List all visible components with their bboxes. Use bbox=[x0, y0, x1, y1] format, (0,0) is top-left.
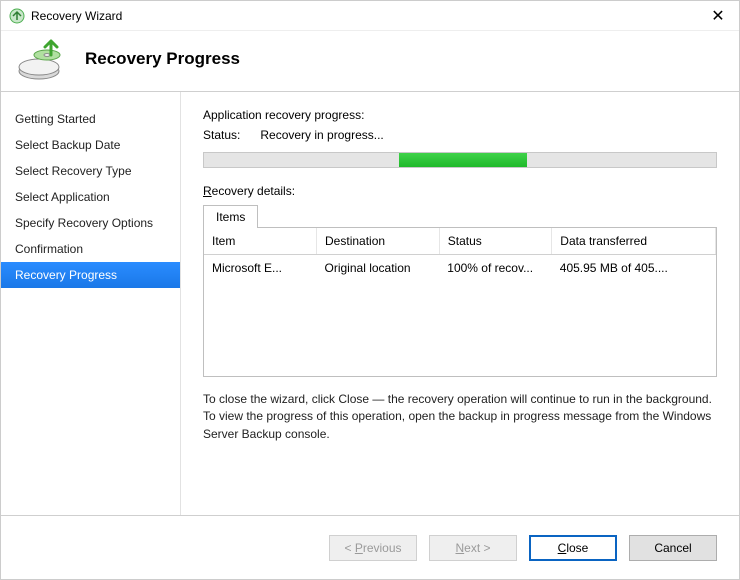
table-row[interactable]: Microsoft E... Original location 100% of… bbox=[204, 255, 716, 282]
col-header-data-transferred[interactable]: Data transferred bbox=[552, 228, 716, 255]
recovery-details-label: Recovery details: bbox=[203, 184, 717, 198]
cell-status: 100% of recov... bbox=[439, 255, 552, 282]
next-button: Next > bbox=[429, 535, 517, 561]
previous-button: < Previous bbox=[329, 535, 417, 561]
sidebar-item-recovery-progress[interactable]: Recovery Progress bbox=[1, 262, 180, 288]
progress-bar bbox=[203, 152, 717, 168]
sidebar-item-confirmation[interactable]: Confirmation bbox=[1, 236, 180, 262]
sidebar-item-select-backup-date[interactable]: Select Backup Date bbox=[1, 132, 180, 158]
tab-items[interactable]: Items bbox=[203, 205, 258, 228]
cell-item: Microsoft E... bbox=[204, 255, 317, 282]
page-title: Recovery Progress bbox=[85, 49, 240, 69]
cell-destination: Original location bbox=[317, 255, 440, 282]
sidebar-item-specify-recovery-options[interactable]: Specify Recovery Options bbox=[1, 210, 180, 236]
cancel-button[interactable]: Cancel bbox=[629, 535, 717, 561]
status-row: Status: Recovery in progress... bbox=[203, 128, 717, 142]
progress-label: Application recovery progress: bbox=[203, 108, 717, 122]
help-text: To close the wizard, click Close — the r… bbox=[203, 391, 717, 443]
recovery-items-table: Item Destination Status Data transferred… bbox=[203, 227, 717, 377]
col-header-destination[interactable]: Destination bbox=[317, 228, 440, 255]
sidebar-item-select-application[interactable]: Select Application bbox=[1, 184, 180, 210]
wizard-content: Application recovery progress: Status: R… bbox=[181, 92, 739, 515]
close-button[interactable]: Close bbox=[529, 535, 617, 561]
wizard-steps-sidebar: Getting Started Select Backup Date Selec… bbox=[1, 92, 181, 515]
status-value: Recovery in progress... bbox=[260, 128, 383, 142]
status-label: Status: bbox=[203, 128, 240, 142]
window-title: Recovery Wizard bbox=[31, 9, 705, 23]
wizard-footer: < Previous Next > Close Cancel bbox=[1, 515, 739, 579]
col-header-item[interactable]: Item bbox=[204, 228, 317, 255]
progress-bar-thumb bbox=[399, 153, 527, 167]
sidebar-item-select-recovery-type[interactable]: Select Recovery Type bbox=[1, 158, 180, 184]
recovery-wizard-window: Recovery Wizard ✕ Recovery Progress Gett… bbox=[0, 0, 740, 580]
titlebar: Recovery Wizard ✕ bbox=[1, 1, 739, 31]
sidebar-item-getting-started[interactable]: Getting Started bbox=[1, 106, 180, 132]
recovery-wizard-icon bbox=[9, 8, 25, 24]
recovery-header-icon bbox=[17, 37, 69, 81]
details-tabstrip: Items bbox=[203, 204, 717, 227]
col-header-status[interactable]: Status bbox=[439, 228, 552, 255]
cell-data-transferred: 405.95 MB of 405.... bbox=[552, 255, 716, 282]
wizard-body: Getting Started Select Backup Date Selec… bbox=[1, 92, 739, 515]
close-icon[interactable]: ✕ bbox=[705, 6, 731, 26]
wizard-header: Recovery Progress bbox=[1, 31, 739, 91]
table-header-row: Item Destination Status Data transferred bbox=[204, 228, 716, 255]
